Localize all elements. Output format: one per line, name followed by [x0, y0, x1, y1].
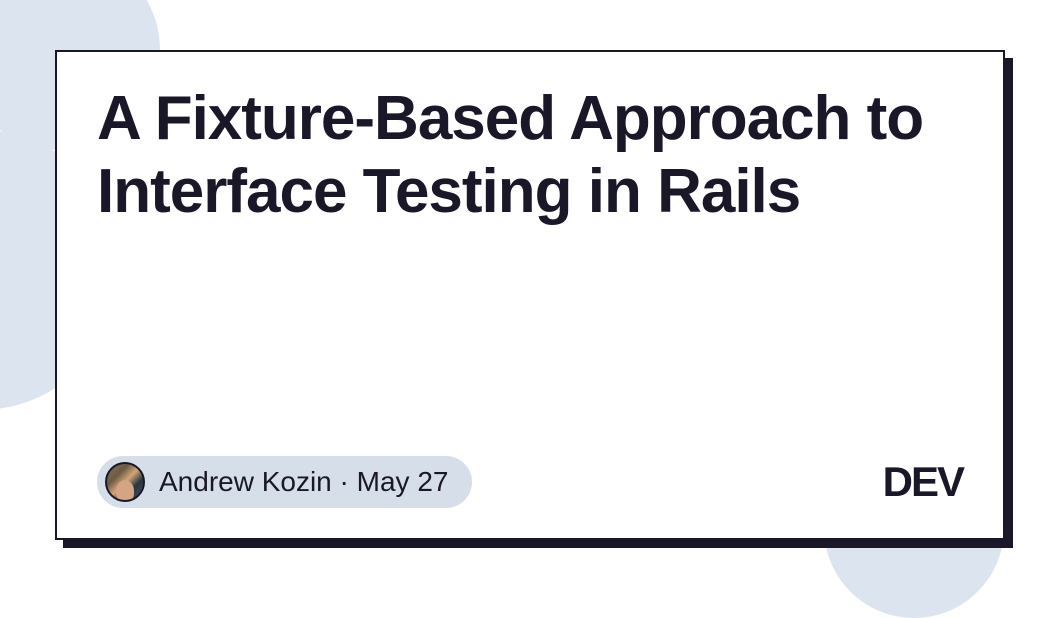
- author-info-text: Andrew Kozin · May 27: [159, 466, 448, 498]
- card-footer: Andrew Kozin · May 27 DEV: [97, 456, 963, 508]
- author-avatar: [105, 462, 145, 502]
- author-badge[interactable]: Andrew Kozin · May 27: [97, 456, 472, 508]
- article-card: A Fixture-Based Approach to Interface Te…: [55, 50, 1005, 540]
- author-name: Andrew Kozin: [159, 466, 332, 497]
- article-title: A Fixture-Based Approach to Interface Te…: [97, 82, 963, 228]
- meta-separator: ·: [340, 466, 349, 497]
- dev-logo[interactable]: DEV: [883, 458, 963, 506]
- publish-date: May 27: [357, 466, 449, 497]
